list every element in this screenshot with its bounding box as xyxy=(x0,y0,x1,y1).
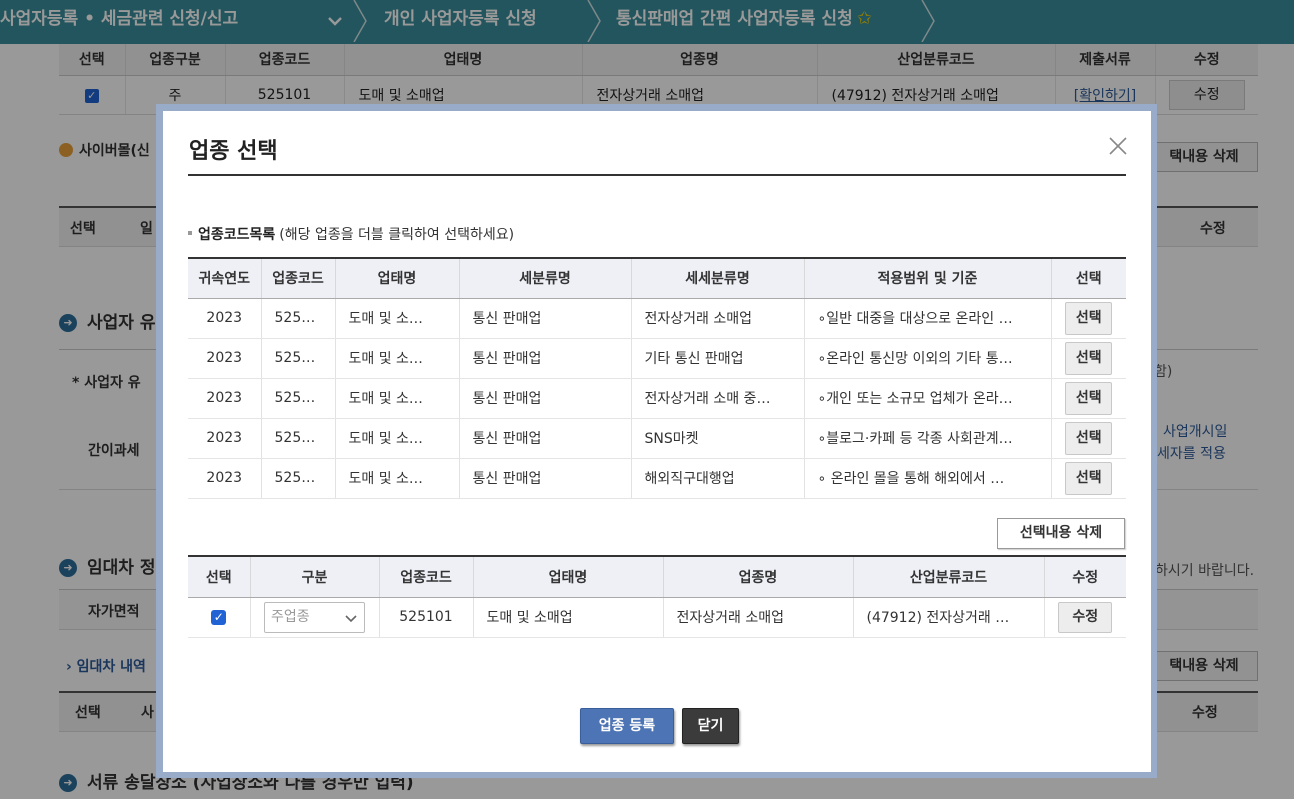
code-cell: 525… xyxy=(260,298,335,339)
col-header-select: 선택 xyxy=(1050,259,1126,299)
title-divider xyxy=(188,174,1126,176)
select-button[interactable]: 선택 xyxy=(1065,381,1113,415)
industry-list-caption: 업종코드목록 (해당 업종을 더블 클릭하여 선택하세요) xyxy=(188,224,514,244)
col-header-subsubclass: 세세분류명 xyxy=(630,259,804,299)
code-cell: 525101 xyxy=(378,597,473,638)
code-cell: 525… xyxy=(260,458,335,499)
subsubclass-cell: SNS마켓 xyxy=(630,418,804,459)
col-header-scope: 적용범위 및 기준 xyxy=(803,259,1051,299)
table-row[interactable]: 2023 525… 도매 및 소… 통신 판매업 해외직구대행업 ∘ 온라인 몰… xyxy=(188,458,1126,499)
chevron-down-icon xyxy=(345,614,357,622)
subclass-cell: 통신 판매업 xyxy=(458,378,631,419)
scope-cell: ∘일반 대중을 대상으로 온라인 … xyxy=(803,298,1051,339)
edit-button[interactable]: 수정 xyxy=(1058,601,1113,633)
year-cell: 2023 xyxy=(188,378,261,419)
col-header-code: 업종코드 xyxy=(378,557,473,598)
col-header-year: 귀속연도 xyxy=(188,259,261,299)
selected-row: ✓ 주업종 525101 도매 및 소매업 전자상거래 소매업 (47912) … xyxy=(188,597,1126,638)
business-type-cell: 도매 및 소… xyxy=(334,338,459,379)
list-caption-hint: (해당 업종을 더블 클릭하여 선택하세요) xyxy=(279,227,515,243)
industry-cell: 전자상거래 소매업 xyxy=(662,597,853,638)
business-type-cell: 도매 및 소… xyxy=(334,458,459,499)
col-header-code: 업종코드 xyxy=(260,259,335,299)
subclass-cell: 통신 판매업 xyxy=(458,458,631,499)
business-type-cell: 도매 및 소… xyxy=(334,378,459,419)
col-header-category: 구분 xyxy=(249,557,379,598)
select-button[interactable]: 선택 xyxy=(1065,341,1113,375)
business-type-cell: 도매 및 소매업 xyxy=(472,597,663,638)
category-select[interactable]: 주업종 xyxy=(264,601,365,633)
industry-select-modal: 업종 선택 업종코드목록 (해당 업종을 더블 클릭하여 선택하세요) 귀속연도 … xyxy=(163,111,1151,772)
row-checkbox[interactable]: ✓ xyxy=(211,609,227,625)
checkbox-cell: ✓ xyxy=(188,597,250,638)
business-type-cell: 도매 및 소… xyxy=(334,298,459,339)
select-cell: 선택 xyxy=(1050,418,1126,459)
year-cell: 2023 xyxy=(188,338,261,379)
year-cell: 2023 xyxy=(188,418,261,459)
table-row[interactable]: 2023 525… 도매 및 소… 통신 판매업 전자상거래 소매업 ∘일반 대… xyxy=(188,298,1126,339)
industry-code-table: 귀속연도 업종코드 업태명 세분류명 세세분류명 적용범위 및 기준 선택 20… xyxy=(188,259,1126,499)
close-button[interactable]: 닫기 xyxy=(682,708,739,744)
col-header-class-code: 산업분류코드 xyxy=(852,557,1044,598)
code-cell: 525… xyxy=(260,418,335,459)
col-header-business-type: 업태명 xyxy=(334,259,459,299)
code-cell: 525… xyxy=(260,378,335,419)
select-button[interactable]: 선택 xyxy=(1065,421,1113,455)
select-cell: 선택 xyxy=(1050,378,1126,419)
col-header-industry: 업종명 xyxy=(662,557,853,598)
select-button[interactable]: 선택 xyxy=(1065,301,1113,335)
scope-cell: ∘개인 또는 소규모 업체가 온라… xyxy=(803,378,1051,419)
subclass-cell: 통신 판매업 xyxy=(458,418,631,459)
table-row[interactable]: 2023 525… 도매 및 소… 통신 판매업 SNS마켓 ∘블로그·카페 등… xyxy=(188,418,1126,459)
scope-cell: ∘ 온라인 몰을 통해 해외에서 … xyxy=(803,458,1051,499)
bullet-icon xyxy=(188,231,192,235)
register-industry-button[interactable]: 업종 등록 xyxy=(580,708,674,744)
select-cell: 선택 xyxy=(1050,338,1126,379)
col-header-subclass: 세분류명 xyxy=(458,259,631,299)
scope-cell: ∘블로그·카페 등 각종 사회관계… xyxy=(803,418,1051,459)
year-cell: 2023 xyxy=(188,298,261,339)
select-button[interactable]: 선택 xyxy=(1065,461,1113,495)
select-cell: 선택 xyxy=(1050,298,1126,339)
close-icon[interactable] xyxy=(1107,135,1129,157)
subsubclass-cell: 기타 통신 판매업 xyxy=(630,338,804,379)
delete-selected-button[interactable]: 선택내용 삭제 xyxy=(997,518,1125,549)
category-select-value: 주업종 xyxy=(271,608,310,625)
col-header-edit: 수정 xyxy=(1043,557,1126,598)
scope-cell: ∘온라인 통신망 이외의 기타 통… xyxy=(803,338,1051,379)
table-row[interactable]: 2023 525… 도매 및 소… 통신 판매업 전자상거래 소매 중… ∘개인… xyxy=(188,378,1126,419)
code-cell: 525… xyxy=(260,338,335,379)
col-header-select: 선택 xyxy=(188,557,250,598)
class-code-cell: (47912) 전자상거래 … xyxy=(852,597,1044,638)
subsubclass-cell: 전자상거래 소매 중… xyxy=(630,378,804,419)
subclass-cell: 통신 판매업 xyxy=(458,298,631,339)
edit-cell: 수정 xyxy=(1043,597,1126,638)
selected-industry-table: 선택 구분 업종코드 업태명 업종명 산업분류코드 수정 ✓ 주업종 52510… xyxy=(188,557,1126,638)
category-cell: 주업종 xyxy=(249,597,379,638)
business-type-cell: 도매 및 소… xyxy=(334,418,459,459)
col-header-business-type: 업태명 xyxy=(472,557,663,598)
subsubclass-cell: 전자상거래 소매업 xyxy=(630,298,804,339)
table-row[interactable]: 2023 525… 도매 및 소… 통신 판매업 기타 통신 판매업 ∘온라인 … xyxy=(188,338,1126,379)
modal-title: 업종 선택 xyxy=(189,139,278,164)
list-caption-text: 업종코드목록 xyxy=(198,227,276,243)
subsubclass-cell: 해외직구대행업 xyxy=(630,458,804,499)
year-cell: 2023 xyxy=(188,458,261,499)
subclass-cell: 통신 판매업 xyxy=(458,338,631,379)
select-cell: 선택 xyxy=(1050,458,1126,499)
